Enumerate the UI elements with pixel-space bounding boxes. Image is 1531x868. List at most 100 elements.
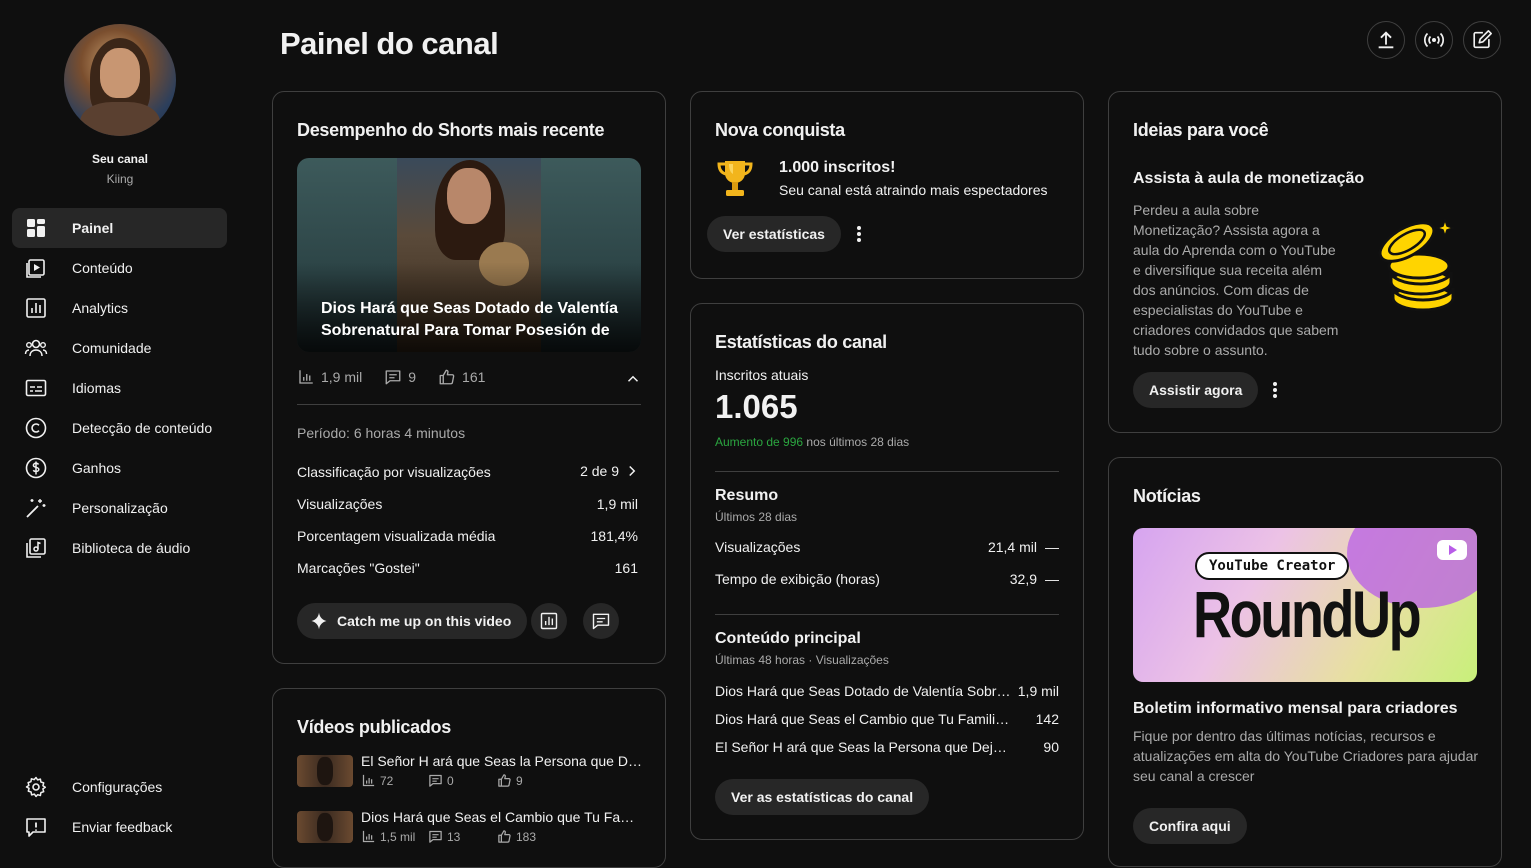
sidebar-item-label: Conteúdo — [72, 260, 133, 276]
like-icon — [498, 774, 511, 787]
chevron-up-icon — [627, 375, 639, 382]
dashboard-icon — [27, 219, 45, 237]
subscribers-growth: Aumento de 996 nos últimos 28 dias — [715, 435, 909, 449]
like-icon — [439, 369, 455, 385]
collapse-button[interactable] — [624, 370, 642, 388]
achievement-more-button[interactable] — [849, 216, 869, 252]
video-views: 72 — [380, 773, 394, 788]
top-content-value: 1,9 mil — [1017, 683, 1059, 699]
view-channel-stats-button[interactable]: Ver as estatísticas do canal — [715, 779, 930, 815]
sidebar-item-idiomas[interactable]: Idiomas — [12, 368, 227, 408]
growth-rest: nos últimos 28 dias — [806, 435, 910, 449]
sparkle-icon — [311, 612, 327, 630]
comment-icon — [429, 774, 442, 787]
sidebar-item-configuracoes[interactable]: Configurações — [12, 767, 227, 807]
sidebar-item-label: Configurações — [72, 779, 163, 795]
divider — [297, 404, 641, 405]
analytics-icon — [26, 298, 46, 318]
shorts-analytics-button[interactable] — [531, 603, 567, 639]
sidebar-item-conteudo[interactable]: Conteúdo — [12, 248, 227, 288]
video-stats: 72 0 9 — [361, 773, 523, 788]
video-thumbnail[interactable] — [297, 811, 353, 843]
card-title: Vídeos publicados — [297, 717, 451, 737]
shorts-performance-card: Desempenho do Shorts mais recente Dios H… — [272, 91, 666, 664]
achievement-card: Nova conquista 1.000 inscritos! Seu cana… — [690, 91, 1084, 279]
earn-icon — [25, 457, 47, 479]
sidebar-item-personalizacao[interactable]: Personalização — [12, 488, 227, 528]
like-icon — [498, 830, 511, 843]
video-title[interactable]: Dios Hará que Seas el Cambio que Tu Fami… — [361, 809, 643, 825]
audio-library-icon — [26, 538, 46, 558]
video-stats: 1,5 mil 13 183 — [361, 829, 536, 844]
top-content-period: Últimas 48 horas · Visualizações — [715, 653, 889, 667]
trophy-icon — [717, 161, 753, 196]
news-body: Fique por dentro das últimas notícias, r… — [1133, 728, 1479, 784]
top-content-item[interactable]: Dios Hará que Seas el Cambio que Tu Fami… — [715, 711, 1011, 727]
content-icon — [26, 259, 45, 278]
published-videos-card: Vídeos publicados El Señor H ará que Sea… — [272, 688, 666, 868]
video-title[interactable]: El Señor H ará que Seas la Persona que D… — [361, 753, 643, 769]
sidebar-item-comunidade[interactable]: Comunidade — [12, 328, 227, 368]
catch-up-label: Catch me up on this video — [337, 613, 512, 629]
period-text: Período: 6 horas 4 minutos — [297, 425, 466, 441]
sidebar: Seu canal Kiing Painel Conteúdo Analytic… — [0, 0, 240, 855]
news-headline: Boletim informativo mensal para criadore… — [1133, 700, 1458, 717]
metric-label: Visualizações — [297, 496, 383, 512]
summary-trend: — — [1045, 571, 1059, 587]
shorts-views: 1,9 mil — [321, 369, 363, 385]
live-icon — [1423, 32, 1445, 48]
shorts-video-title: Dios Hará que Seas Dotado de Valentía So… — [321, 300, 618, 339]
comment-icon — [429, 830, 442, 843]
sidebar-item-label: Analytics — [72, 300, 129, 316]
top-content-value: 90 — [1043, 739, 1059, 755]
sidebar-item-enviar-feedback[interactable]: Enviar feedback — [12, 807, 227, 847]
shorts-thumbnail[interactable]: Dios Hará que Seas Dotado de Valentía So… — [297, 158, 641, 352]
shorts-comments-button[interactable] — [583, 603, 619, 639]
card-title: Estatísticas do canal — [715, 332, 887, 352]
channel-label: Seu canal — [91, 152, 149, 166]
sidebar-item-label: Ganhos — [72, 460, 122, 476]
check-it-out-button[interactable]: Confira aqui — [1133, 808, 1247, 844]
sidebar-item-biblioteca-audio[interactable]: Biblioteca de áudio — [12, 528, 227, 568]
create-post-button[interactable] — [1463, 21, 1501, 59]
sidebar-item-painel[interactable]: Painel — [12, 208, 227, 248]
gear-icon — [25, 776, 47, 798]
summary-value: 21,4 mil — [987, 539, 1037, 555]
ranking-link[interactable]: 2 de 9 — [580, 462, 641, 480]
youtube-play-icon — [1437, 540, 1467, 560]
subtitles-icon — [25, 379, 47, 397]
community-icon — [24, 339, 48, 357]
watch-now-button[interactable]: Assistir agora — [1133, 372, 1259, 408]
comment-icon — [385, 370, 401, 385]
sidebar-item-ganhos[interactable]: Ganhos — [12, 448, 227, 488]
more-vert-icon — [857, 226, 861, 242]
sidebar-item-label: Biblioteca de áudio — [72, 540, 191, 556]
video-thumbnail[interactable] — [297, 755, 353, 787]
sidebar-item-label: Comunidade — [72, 340, 152, 356]
growth-highlight: Aumento de 996 — [715, 435, 804, 449]
sidebar-item-label: Painel — [72, 220, 114, 236]
channel-avatar[interactable] — [64, 24, 176, 136]
copyright-icon — [25, 417, 47, 439]
video-comments: 0 — [447, 773, 454, 788]
upload-button[interactable] — [1367, 21, 1405, 59]
feedback-icon — [26, 818, 46, 837]
top-content-item[interactable]: Dios Hará que Seas Dotado de Valentía So… — [715, 683, 1011, 699]
metric-label: Marcações "Gostei" — [297, 560, 420, 576]
banner-title: RoundUp — [1193, 577, 1422, 651]
catch-up-button[interactable]: Catch me up on this video — [297, 603, 528, 639]
divider — [715, 471, 1059, 472]
view-stats-button[interactable]: Ver estatísticas — [707, 216, 841, 252]
comment-icon — [592, 613, 610, 630]
sidebar-item-deteccao[interactable]: Detecção de conteúdo — [12, 408, 227, 448]
news-banner[interactable]: YouTube Creator RoundUp — [1133, 528, 1477, 682]
ideas-more-button[interactable] — [1265, 372, 1285, 408]
ideas-card: Ideias para você Assista à aula de monet… — [1108, 91, 1502, 433]
sidebar-item-analytics[interactable]: Analytics — [12, 288, 227, 328]
subscribers-label: Inscritos atuais — [715, 367, 809, 383]
card-title: Desempenho do Shorts mais recente — [297, 120, 605, 140]
avatar-robe — [80, 102, 160, 136]
top-content-item[interactable]: El Señor H ará que Seas la Persona que D… — [715, 739, 1011, 755]
go-live-button[interactable] — [1415, 21, 1453, 59]
shorts-comments: 9 — [408, 369, 417, 385]
